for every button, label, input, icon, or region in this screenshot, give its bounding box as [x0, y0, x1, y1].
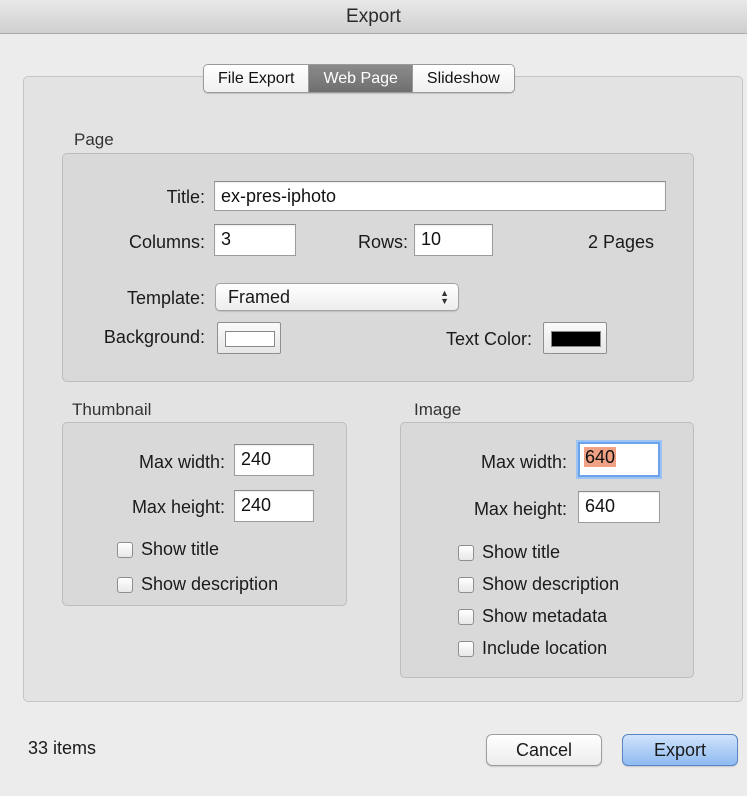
background-label: Background: — [103, 327, 205, 347]
image-include-location-label: Include location — [482, 638, 608, 658]
template-select-value: Framed — [228, 287, 291, 307]
text-color-well[interactable] — [543, 322, 607, 354]
thumbnail-max-width-label: Max width: — [138, 452, 225, 472]
thumbnail-section-label: Thumbnail — [72, 400, 152, 419]
tab-bar: File Export Web Page Slideshow — [203, 64, 515, 93]
thumbnail-max-height-field[interactable]: 240 — [234, 490, 314, 522]
thumbnail-show-title-checkbox[interactable] — [117, 541, 133, 558]
updown-arrows-icon: ▲ ▼ — [440, 288, 449, 306]
thumbnail-max-width-field[interactable]: 240 — [234, 444, 314, 476]
page-section-label: Page — [74, 130, 114, 149]
image-show-title-option[interactable]: Show title — [458, 542, 560, 563]
thumbnail-show-description-label: Show description — [141, 574, 279, 594]
tab-web-page[interactable]: Web Page — [309, 65, 413, 92]
cancel-button[interactable]: Cancel — [486, 734, 602, 766]
image-section-label: Image — [414, 400, 462, 419]
text-color-swatch — [551, 331, 601, 347]
image-include-location-option[interactable]: Include location — [458, 638, 607, 659]
rows-field[interactable]: 10 — [414, 224, 493, 256]
image-show-metadata-label: Show metadata — [482, 606, 608, 626]
image-show-title-checkbox[interactable] — [458, 544, 474, 561]
title-label: Title: — [166, 187, 205, 207]
thumbnail-show-title-label: Show title — [141, 539, 220, 559]
image-max-width-value: 640 — [584, 447, 617, 467]
tab-slideshow[interactable]: Slideshow — [412, 65, 514, 92]
rows-label: Rows: — [357, 232, 408, 252]
image-include-location-checkbox[interactable] — [458, 640, 474, 657]
background-color-well[interactable] — [217, 322, 281, 354]
image-show-description-option[interactable]: Show description — [458, 574, 619, 595]
background-color-swatch — [225, 331, 275, 347]
thumbnail-max-height-label: Max height: — [131, 497, 225, 517]
columns-label: Columns: — [128, 232, 205, 252]
thumbnail-show-description-option[interactable]: Show description — [117, 574, 278, 595]
image-show-metadata-checkbox[interactable] — [458, 608, 474, 625]
image-show-description-checkbox[interactable] — [458, 576, 474, 593]
pages-count: 2 Pages — [587, 232, 654, 252]
image-max-width-field[interactable]: 640 — [578, 442, 660, 477]
thumbnail-show-description-checkbox[interactable] — [117, 576, 133, 593]
image-max-height-field[interactable]: 640 — [578, 491, 660, 523]
thumbnail-show-title-option[interactable]: Show title — [117, 539, 219, 560]
text-color-label: Text Color: — [445, 329, 532, 349]
image-show-description-label: Show description — [482, 574, 620, 594]
image-max-width-label: Max width: — [480, 452, 567, 472]
template-label: Template: — [126, 288, 205, 308]
tab-file-export[interactable]: File Export — [204, 65, 310, 92]
image-show-title-label: Show title — [482, 542, 561, 562]
image-max-height-label: Max height: — [473, 499, 567, 519]
image-show-metadata-option[interactable]: Show metadata — [458, 606, 607, 627]
item-count: 33 items — [28, 738, 97, 758]
window-title: Export — [0, 0, 747, 34]
export-button[interactable]: Export — [622, 734, 738, 766]
template-select[interactable]: Framed ▲ ▼ — [215, 283, 459, 311]
title-field[interactable]: ex-pres-iphoto — [214, 181, 666, 211]
columns-field[interactable]: 3 — [214, 224, 296, 256]
